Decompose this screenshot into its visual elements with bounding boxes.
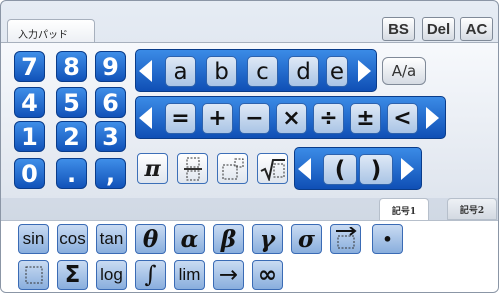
num-key-0[interactable]: 0 xyxy=(14,158,45,189)
num-key-6[interactable]: 6 xyxy=(95,87,126,118)
right-arrow-icon[interactable] xyxy=(401,158,414,180)
num-key-1[interactable]: 1 xyxy=(14,121,45,152)
letter-key-e[interactable]: e xyxy=(326,56,348,87)
right-arrow-icon[interactable] xyxy=(426,107,439,129)
num-key-2[interactable]: 2 xyxy=(56,121,87,152)
dot-key[interactable]: • xyxy=(372,224,403,254)
theta-key[interactable]: θ xyxy=(135,224,166,254)
exponent-key[interactable] xyxy=(217,153,248,184)
box-icon xyxy=(25,266,42,284)
exponent-icon xyxy=(222,158,243,179)
vector-arrow-icon xyxy=(335,227,357,249)
root-icon xyxy=(260,158,285,181)
sin-key[interactable]: sin xyxy=(18,224,49,254)
delete-button[interactable]: Del xyxy=(422,17,455,41)
pi-key[interactable]: π xyxy=(137,153,168,184)
cos-key[interactable]: cos xyxy=(57,224,88,254)
infinity-key[interactable]: ∞ xyxy=(252,260,283,290)
fraction-key[interactable] xyxy=(177,153,208,184)
parens-bar: ( ) xyxy=(294,147,422,190)
beta-key[interactable]: β xyxy=(213,224,244,254)
case-toggle-button[interactable]: A/a xyxy=(382,57,426,85)
arrow-key[interactable]: → xyxy=(213,260,244,290)
root-key[interactable] xyxy=(257,153,288,184)
comma-key[interactable]: , xyxy=(95,158,126,189)
vector-key[interactable] xyxy=(330,224,361,254)
tan-key[interactable]: tan xyxy=(96,224,127,254)
integral-key[interactable]: ∫ xyxy=(135,260,166,290)
input-pad-panel: 入力パッド BS Del AC 7 8 9 4 5 6 1 2 3 0 . , … xyxy=(0,0,499,293)
log-key[interactable]: log xyxy=(96,260,127,290)
limit-key[interactable]: lim xyxy=(174,260,205,290)
letter-key-d[interactable]: d xyxy=(288,56,319,87)
left-arrow-icon[interactable] xyxy=(298,158,311,180)
plus-minus-key[interactable]: ± xyxy=(350,103,381,134)
num-key-8[interactable]: 8 xyxy=(56,51,87,82)
num-key-5[interactable]: 5 xyxy=(56,87,87,118)
gamma-key[interactable]: γ xyxy=(252,224,283,254)
letter-key-b[interactable]: b xyxy=(206,56,237,87)
operators-bar: = + − × ÷ ± < xyxy=(135,96,446,139)
all-clear-button[interactable]: AC xyxy=(460,17,493,41)
letter-key-a[interactable]: a xyxy=(165,56,196,87)
tab-symbols-2[interactable]: 記号2 xyxy=(447,198,497,220)
letter-key-c[interactable]: c xyxy=(247,56,278,87)
less-than-key[interactable]: < xyxy=(387,103,418,134)
tab-symbols-1[interactable]: 記号1 xyxy=(379,198,429,221)
minus-key[interactable]: − xyxy=(239,103,270,134)
box-key[interactable] xyxy=(18,260,49,290)
equals-key[interactable]: = xyxy=(165,103,196,134)
num-key-7[interactable]: 7 xyxy=(14,51,45,82)
backspace-button[interactable]: BS xyxy=(382,17,415,41)
sigma-key[interactable]: σ xyxy=(291,224,322,254)
open-paren-key[interactable]: ( xyxy=(323,154,357,185)
num-key-3[interactable]: 3 xyxy=(95,121,126,152)
summation-key[interactable]: Σ xyxy=(57,260,88,290)
letters-bar: a b c d e xyxy=(135,49,377,92)
plus-key[interactable]: + xyxy=(202,103,233,134)
multiply-key[interactable]: × xyxy=(276,103,307,134)
right-arrow-icon[interactable] xyxy=(358,60,371,82)
divide-key[interactable]: ÷ xyxy=(313,103,344,134)
fraction-icon xyxy=(183,157,202,180)
num-key-4[interactable]: 4 xyxy=(14,87,45,118)
decimal-point-key[interactable]: . xyxy=(56,158,87,189)
close-paren-key[interactable]: ) xyxy=(359,154,393,185)
left-arrow-icon[interactable] xyxy=(139,60,152,82)
alpha-key[interactable]: α xyxy=(174,224,205,254)
panel-title: 入力パッド xyxy=(7,19,95,43)
left-arrow-icon[interactable] xyxy=(139,107,152,129)
num-key-9[interactable]: 9 xyxy=(95,51,126,82)
